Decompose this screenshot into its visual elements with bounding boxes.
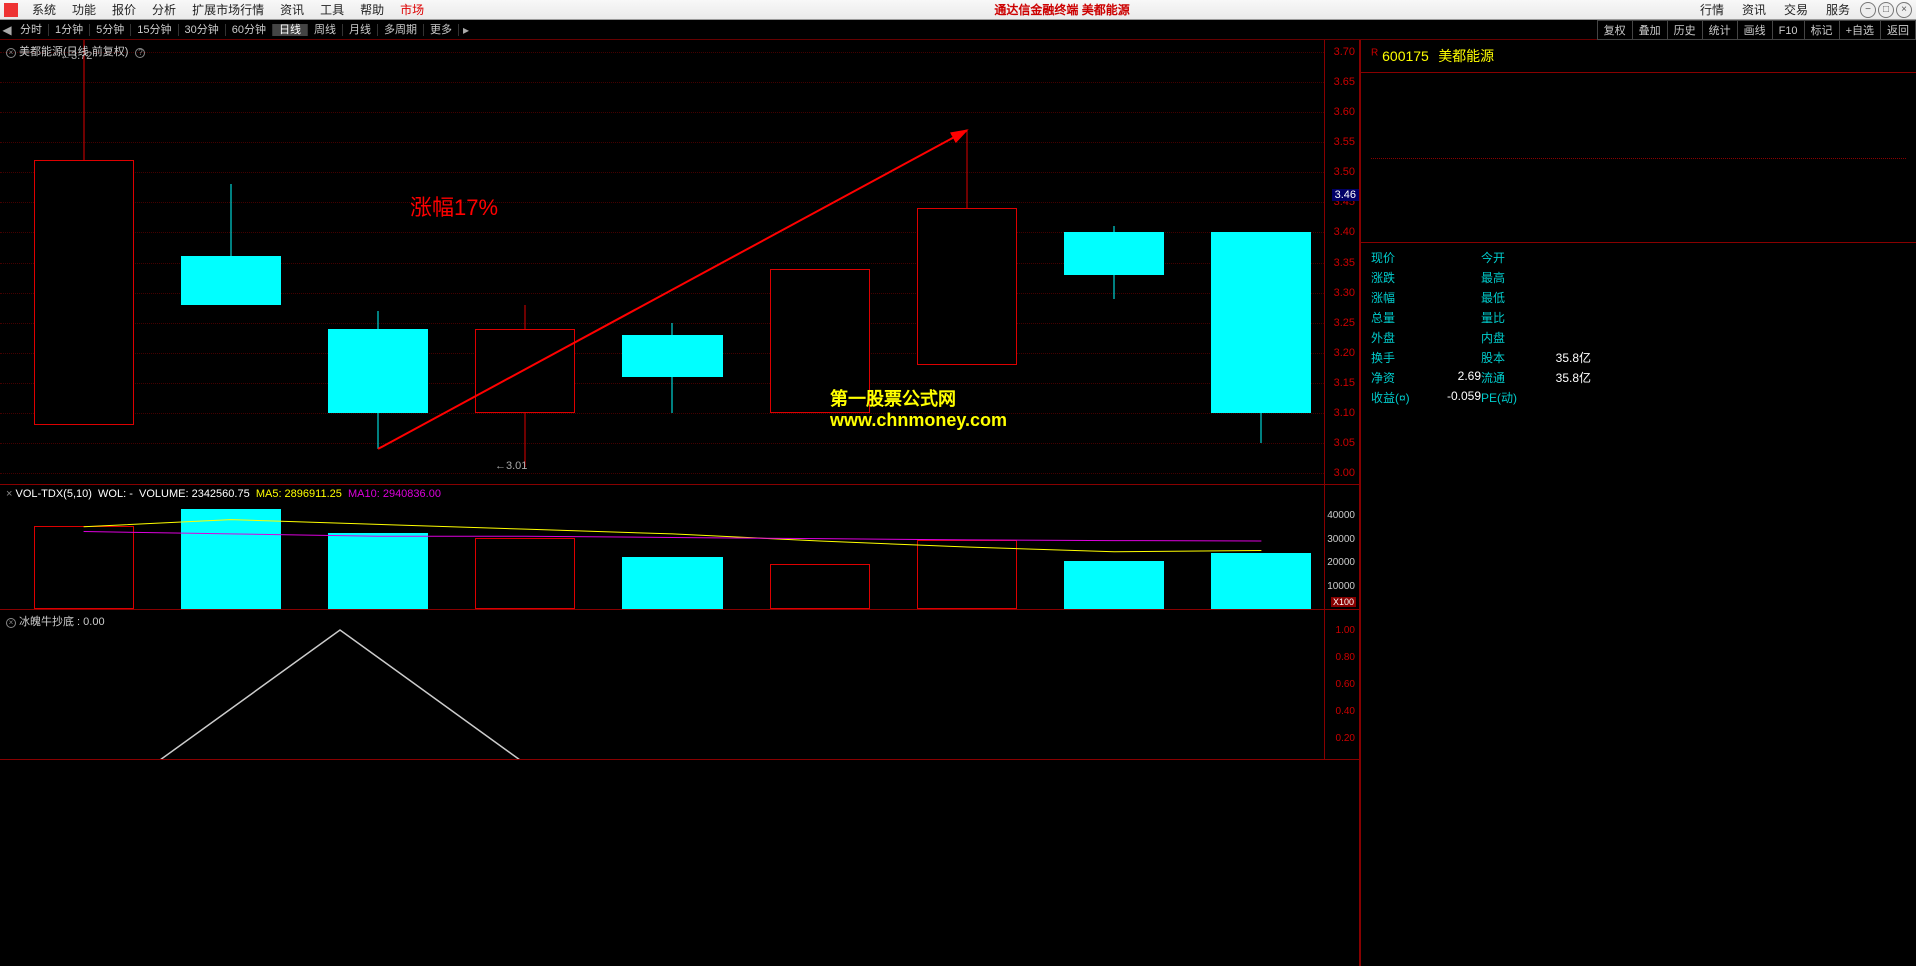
chart-tool-叠加[interactable]: 叠加 xyxy=(1632,20,1667,40)
tool-交易[interactable]: 交易 xyxy=(1776,1,1816,18)
candlestick-chart[interactable]: ×美都能源(日线 前复权) ? ←3.72 ←3.01 涨幅17% xyxy=(0,40,1359,485)
timeframe-30分钟[interactable]: 30分钟 xyxy=(179,24,226,36)
chart-title-label: ×美都能源(日线 前复权) ? xyxy=(6,43,148,59)
stock-info-panel: 现价 今开 涨跌 最高 涨幅 最低 总量 量比 外盘 内盘 换手 股本35.8亿… xyxy=(1361,243,1916,412)
menu-扩展市场行情[interactable]: 扩展市场行情 xyxy=(184,3,272,17)
indicator-label: ×冰魄牛抄底 : 0.00 xyxy=(6,613,105,629)
timeframe-周线[interactable]: 周线 xyxy=(308,24,343,36)
vol-bar-6 xyxy=(917,540,1017,609)
tool-服务[interactable]: 服务 xyxy=(1818,1,1858,18)
timeframe-日线[interactable]: 日线 xyxy=(273,24,308,36)
vol-bar-1 xyxy=(181,509,281,609)
vol-bar-3 xyxy=(475,538,575,609)
candle-8 xyxy=(1211,40,1311,485)
tick-chart[interactable] xyxy=(1361,73,1916,243)
chart-tool-统计[interactable]: 统计 xyxy=(1702,20,1737,40)
maximize-icon[interactable]: □ xyxy=(1878,2,1894,18)
timeframe-15分钟[interactable]: 15分钟 xyxy=(131,24,178,36)
candle-1 xyxy=(181,40,281,485)
indicator-line xyxy=(0,610,1325,760)
timeframe-多周期[interactable]: 多周期 xyxy=(378,24,424,36)
timeframe-60分钟[interactable]: 60分钟 xyxy=(226,24,273,36)
chart-tool-+自选[interactable]: +自选 xyxy=(1839,20,1880,40)
stock-header: R 600175 美都能源 xyxy=(1361,40,1916,73)
candle-2 xyxy=(328,40,428,485)
vol-bar-8 xyxy=(1211,553,1311,609)
more-arrow-icon[interactable]: ▸ xyxy=(459,23,473,37)
candle-0 xyxy=(34,40,134,485)
menu-分析[interactable]: 分析 xyxy=(144,3,184,17)
chart-tool-历史[interactable]: 历史 xyxy=(1667,20,1702,40)
timeframe-5分钟[interactable]: 5分钟 xyxy=(90,24,131,36)
menu-资讯[interactable]: 资讯 xyxy=(272,3,312,17)
watermark-1: 第一股票公式网 xyxy=(830,385,956,411)
volume-chart[interactable]: × VOL-TDX(5,10) WOL: - VOLUME: 2342560.7… xyxy=(0,485,1359,610)
chart-tool-F10[interactable]: F10 xyxy=(1772,20,1804,40)
menu-系统[interactable]: 系统 xyxy=(24,3,64,17)
sidebar: R 600175 美都能源 现价 今开 涨跌 最高 涨幅 最低 总量 量比 外盘… xyxy=(1360,40,1916,966)
title-bar: 系统功能报价分析扩展市场行情资讯工具帮助 市场 通达信金融终端 美都能源 行情资… xyxy=(0,0,1916,20)
menu-功能[interactable]: 功能 xyxy=(64,3,104,17)
tool-行情[interactable]: 行情 xyxy=(1692,1,1732,18)
chart-tool-复权[interactable]: 复权 xyxy=(1597,20,1632,40)
candle-7 xyxy=(1064,40,1164,485)
candle-4 xyxy=(622,40,722,485)
vol-bar-0 xyxy=(34,526,134,609)
watermark-2: www.chnmoney.com xyxy=(830,410,1007,431)
timeframe-月线[interactable]: 月线 xyxy=(343,24,378,36)
close-icon[interactable]: × xyxy=(1896,2,1912,18)
timeframe-1分钟[interactable]: 1分钟 xyxy=(49,24,90,36)
market-menu[interactable]: 市场 xyxy=(392,1,432,18)
app-title: 通达信金融终端 美都能源 xyxy=(432,1,1692,18)
chart-tool-返回[interactable]: 返回 xyxy=(1880,20,1916,40)
vol-bar-2 xyxy=(328,533,428,609)
menu-帮助[interactable]: 帮助 xyxy=(352,3,392,17)
chart-tool-标记[interactable]: 标记 xyxy=(1804,20,1839,40)
app-logo xyxy=(4,3,18,17)
vol-bar-7 xyxy=(1064,561,1164,609)
chart-tool-画线[interactable]: 画线 xyxy=(1737,20,1772,40)
vol-bar-5 xyxy=(770,564,870,609)
volume-label: × VOL-TDX(5,10) WOL: - VOLUME: 2342560.7… xyxy=(6,488,441,500)
tool-资讯[interactable]: 资讯 xyxy=(1734,1,1774,18)
indicator-chart[interactable]: ×冰魄牛抄底 : 0.00 1.000.800.600.400.20 xyxy=(0,610,1359,760)
timeframe-toolbar: ◀ 分时1分钟5分钟15分钟30分钟60分钟日线周线月线多周期更多 ▸ 复权叠加… xyxy=(0,20,1916,40)
menu-报价[interactable]: 报价 xyxy=(104,3,144,17)
pct-annotation: 涨幅17% xyxy=(410,190,498,222)
prev-arrow-icon[interactable]: ◀ xyxy=(0,23,14,37)
candle-3 xyxy=(475,40,575,485)
minimize-icon[interactable]: − xyxy=(1860,2,1876,18)
timeframe-更多[interactable]: 更多 xyxy=(424,24,459,36)
low-price-label: ←3.01 xyxy=(495,460,527,472)
menu-工具[interactable]: 工具 xyxy=(312,3,352,17)
timeframe-分时[interactable]: 分时 xyxy=(14,24,49,36)
vol-bar-4 xyxy=(622,557,722,609)
